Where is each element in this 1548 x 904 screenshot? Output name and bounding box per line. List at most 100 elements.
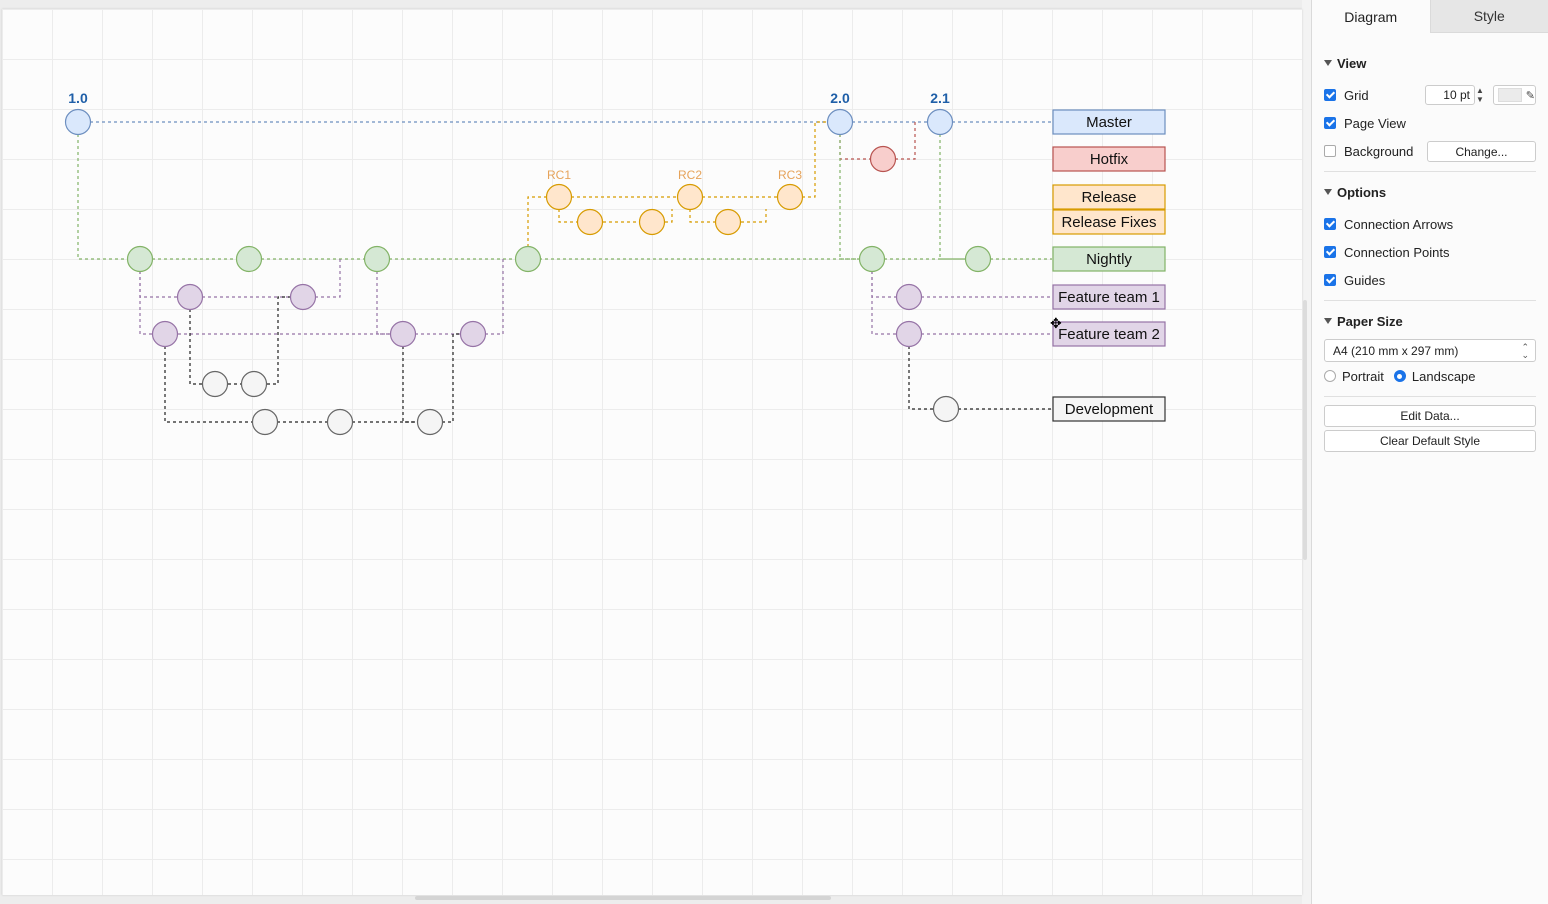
connection-points-checkbox[interactable] xyxy=(1324,246,1336,258)
commit-node[interactable] xyxy=(776,183,804,211)
commit-node[interactable] xyxy=(895,283,923,311)
select-chevron-icon: ⌃ ⌄ xyxy=(1521,342,1529,360)
branch-connector[interactable] xyxy=(665,209,673,223)
branch-connector[interactable] xyxy=(527,196,546,247)
commit-node[interactable] xyxy=(714,208,742,236)
commit-node[interactable] xyxy=(416,408,444,436)
branch-connector[interactable] xyxy=(442,333,460,423)
branch-legend-item[interactable]: Release Fixes xyxy=(1052,209,1166,235)
branch-connector[interactable] xyxy=(895,122,916,160)
commit-node[interactable] xyxy=(176,283,204,311)
rc-label: RC1 xyxy=(547,168,571,182)
connection-arrows-checkbox[interactable] xyxy=(1324,218,1336,230)
connection-points-row: Connection Points xyxy=(1324,238,1536,266)
collapse-triangle-icon xyxy=(1324,189,1332,195)
commit-node[interactable] xyxy=(151,320,179,348)
branch-legend-item[interactable]: Release xyxy=(1052,184,1166,210)
landscape-radio[interactable] xyxy=(1393,370,1406,382)
branch-legend-item[interactable]: Master xyxy=(1052,109,1166,135)
commit-node[interactable] xyxy=(235,245,263,273)
grid-checkbox[interactable] xyxy=(1324,89,1336,101)
grid-size-input[interactable]: 10 pt xyxy=(1425,85,1475,105)
clear-default-style-button[interactable]: Clear Default Style xyxy=(1324,430,1536,452)
commit-node[interactable] xyxy=(126,245,154,273)
page-view-checkbox[interactable] xyxy=(1324,117,1336,129)
git-flow-diagram[interactable]: 1.0 2.0 2.1 RC1 RC2 RC3 Master Hotfix Release Rel… xyxy=(2,9,1302,895)
commit-node[interactable] xyxy=(576,208,604,236)
branch-legend-item[interactable]: Development xyxy=(1052,396,1166,422)
guides-checkbox[interactable] xyxy=(1324,274,1336,286)
branch-connector[interactable] xyxy=(741,209,767,223)
branch-connector[interactable] xyxy=(839,134,859,260)
diagram-page[interactable]: 1.0 2.0 2.1 RC1 RC2 RC3 Master Hotfix Release Rel… xyxy=(2,9,1302,895)
branch-connector[interactable] xyxy=(558,209,578,223)
portrait-radio[interactable] xyxy=(1324,370,1336,382)
commit-node[interactable] xyxy=(895,320,923,348)
tab-style[interactable]: Style xyxy=(1429,0,1548,33)
edit-data-button[interactable]: Edit Data... xyxy=(1324,405,1536,427)
grid-color-button[interactable]: ✎ xyxy=(1493,85,1536,105)
branch-legend-item[interactable]: Feature team 2 xyxy=(1052,321,1166,347)
commit-node[interactable] xyxy=(240,370,268,398)
commit-node[interactable] xyxy=(514,245,542,273)
canvas-area[interactable]: 1.0 2.0 2.1 RC1 RC2 RC3 Master Hotfix Release Rel… xyxy=(0,0,1307,904)
branch-connector[interactable] xyxy=(871,271,896,335)
commit-node[interactable] xyxy=(932,395,960,423)
branch-connector[interactable] xyxy=(939,134,965,260)
change-background-button[interactable]: Change... xyxy=(1427,141,1536,162)
commit-node[interactable] xyxy=(201,370,229,398)
commit-node[interactable] xyxy=(389,320,417,348)
branch-legend-label: Feature team 2 xyxy=(1058,326,1160,343)
branch-connector[interactable] xyxy=(267,296,290,385)
commit-node[interactable] xyxy=(676,183,704,211)
commit-node[interactable] xyxy=(869,145,897,173)
branch-legend-item[interactable]: Hotfix xyxy=(1052,146,1166,172)
orientation-row: Portrait Landscape xyxy=(1312,362,1548,390)
branch-legend-item[interactable]: Feature team 1 xyxy=(1052,284,1166,310)
commit-node[interactable] xyxy=(926,108,954,136)
move-cursor-icon: ✥ xyxy=(1050,315,1062,331)
tab-diagram[interactable]: Diagram xyxy=(1312,0,1430,33)
paper-size-section-header[interactable]: Paper Size xyxy=(1324,311,1536,331)
branch-connector[interactable] xyxy=(908,346,934,410)
vertical-scrollbar[interactable] xyxy=(1303,300,1307,560)
branch-connector[interactable] xyxy=(485,259,504,335)
options-section-header[interactable]: Options xyxy=(1324,182,1536,202)
branch-legend-label: Nightly xyxy=(1086,251,1132,268)
branch-connector[interactable] xyxy=(689,209,716,223)
portrait-label: Portrait xyxy=(1342,368,1384,384)
branch-connector[interactable] xyxy=(402,346,418,423)
background-row: Background Change... xyxy=(1324,137,1536,165)
branch-connector[interactable] xyxy=(376,271,390,335)
branch-connector[interactable] xyxy=(871,271,896,298)
commit-node[interactable] xyxy=(251,408,279,436)
commit-node[interactable] xyxy=(545,183,573,211)
horizontal-scrollbar[interactable] xyxy=(415,896,831,900)
commit-node[interactable] xyxy=(638,208,666,236)
connection-arrows-label: Connection Arrows xyxy=(1344,216,1454,232)
commit-node[interactable] xyxy=(326,408,354,436)
branch-connector[interactable] xyxy=(77,134,128,260)
branch-connector[interactable] xyxy=(802,121,828,198)
view-section-title: View xyxy=(1337,55,1367,71)
branch-legend-label: Release xyxy=(1081,189,1136,206)
background-checkbox[interactable] xyxy=(1324,145,1336,157)
branch-connector[interactable] xyxy=(315,259,341,298)
branch-connector[interactable] xyxy=(139,271,153,335)
commit-node[interactable] xyxy=(363,245,391,273)
branch-legend-item[interactable]: Nightly xyxy=(1052,246,1166,272)
view-section-header[interactable]: View xyxy=(1324,53,1536,73)
commit-node[interactable] xyxy=(964,245,992,273)
commit-node[interactable] xyxy=(289,283,317,311)
branch-connector[interactable] xyxy=(139,271,178,298)
paper-size-select[interactable]: A4 (210 mm x 297 mm) ⌃ ⌄ xyxy=(1324,339,1536,362)
branch-connector[interactable] xyxy=(189,309,203,385)
commit-node[interactable] xyxy=(826,108,854,136)
commit-node[interactable] xyxy=(459,320,487,348)
guides-row: Guides xyxy=(1324,266,1536,294)
commit-node[interactable] xyxy=(858,245,886,273)
commit-node[interactable] xyxy=(64,108,92,136)
grid-size-stepper-icon[interactable]: ▲ ▼ xyxy=(1476,86,1484,104)
branch-connector[interactable] xyxy=(839,134,870,160)
background-label: Background xyxy=(1344,143,1414,159)
